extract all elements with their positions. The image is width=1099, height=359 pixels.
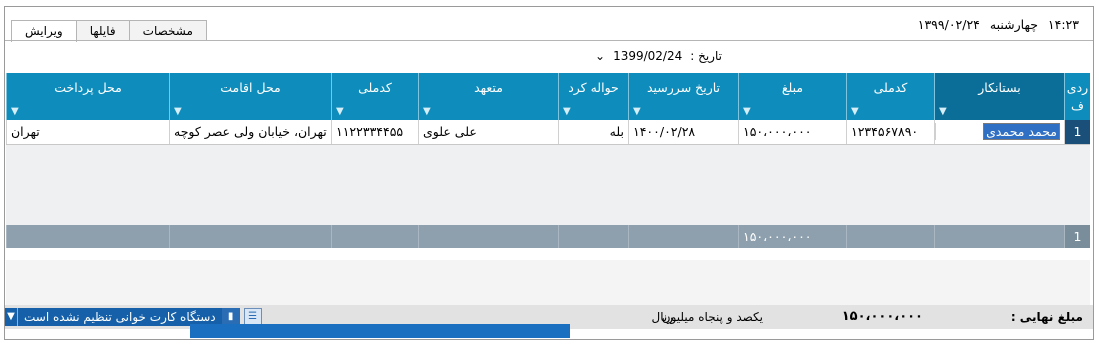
main-window: ویرایش فایلها مشخصات ۱۴:۲۳ چهارشنبه ۱۳۹۹…: [4, 6, 1094, 340]
summary-cell: [418, 225, 558, 248]
tab-divider: [5, 40, 1093, 41]
col-header-obligor-id[interactable]: کدملی ▼: [331, 73, 418, 120]
date-value[interactable]: 1399/02/24: [613, 49, 682, 63]
col-header-obligor[interactable]: متعهد ▼: [418, 73, 558, 120]
col-header-residence[interactable]: محل اقامت ▼: [169, 73, 331, 120]
filter-icon[interactable]: ▼: [851, 106, 859, 117]
table-row[interactable]: 1 محمد محمدی ۱۲۳۴۵۶۷۸۹۰ ۱۵۰،۰۰۰،۰۰۰ ۱۴۰۰…: [6, 120, 1090, 145]
clock-date: ۱۳۹۹/۰۲/۲۴: [917, 17, 980, 32]
cell-due-date[interactable]: ۱۴۰۰/۰۲/۲۸: [628, 120, 738, 144]
datetime-display: ۱۴:۲۳ چهارشنبه ۱۳۹۹/۰۲/۲۴: [912, 17, 1079, 32]
filter-icon[interactable]: ▼: [743, 106, 751, 117]
col-header-amount[interactable]: مبلغ ▼: [738, 73, 846, 120]
filter-icon[interactable]: ▼: [939, 106, 947, 117]
filter-icon[interactable]: ▼: [423, 106, 431, 117]
clock-day: چهارشنبه: [989, 17, 1038, 32]
filter-icon[interactable]: ▼: [11, 106, 19, 117]
date-filter: تاریخ : 1399/02/24 ⌄: [595, 49, 722, 63]
cell-residence[interactable]: تهران، خیابان ولی عصر کوچه: [169, 120, 331, 144]
date-label: تاریخ :: [690, 49, 722, 63]
currency-label: ریال: [651, 310, 673, 324]
clock-time: ۱۴:۲۳: [1047, 17, 1079, 32]
summary-cell: [6, 225, 169, 248]
tab-specs[interactable]: مشخصات: [128, 20, 207, 41]
col-header-transfer[interactable]: حواله کرد ▼: [558, 73, 628, 120]
tab-strip: ویرایش فایلها مشخصات: [11, 20, 207, 42]
grid-empty-area: [6, 145, 1090, 225]
amount-in-words: یکصد و پنجاه میلیون: [661, 310, 763, 324]
chevron-down-icon[interactable]: ▼: [5, 308, 18, 326]
summary-amount: ۱۵۰،۰۰۰،۰۰۰: [738, 225, 846, 248]
summary-cell: [846, 225, 934, 248]
summary-cell: [169, 225, 331, 248]
row-index[interactable]: 1: [1064, 120, 1090, 144]
cell-obligor[interactable]: علی علوی: [418, 120, 558, 144]
col-header-due-date[interactable]: تاریخ سررسید ▼: [628, 73, 738, 120]
col-header-index[interactable]: ردی ف: [1064, 73, 1090, 120]
col-header-payment-place[interactable]: محل پرداخت ▼: [6, 73, 169, 120]
cell-national-id[interactable]: ۱۲۳۴۵۶۷۸۹۰: [846, 120, 934, 144]
filter-icon[interactable]: ▼: [633, 106, 641, 117]
summary-cell: [934, 225, 1064, 248]
summary-cell: [331, 225, 418, 248]
chevron-down-icon[interactable]: ⌄: [595, 49, 605, 63]
data-grid: ردی ف بستانکار ▼ کدملی ▼ مبلغ ▼ تاریخ سررسی…: [6, 73, 1090, 312]
filter-icon[interactable]: ▼: [336, 106, 344, 117]
grid-header: ردی ف بستانکار ▼ کدملی ▼ مبلغ ▼ تاریخ سررسی…: [6, 73, 1090, 120]
tab-files[interactable]: فایلها: [75, 20, 130, 41]
col-header-national-id[interactable]: کدملی ▼: [846, 73, 934, 120]
summary-cell: [558, 225, 628, 248]
row-indicator: [935, 123, 936, 140]
col-header-creditor[interactable]: بستانکار ▼: [934, 73, 1064, 120]
cell-transfer[interactable]: بله: [558, 120, 628, 144]
cell-amount[interactable]: ۱۵۰،۰۰۰،۰۰۰: [738, 120, 846, 144]
summary-index: 1: [1064, 225, 1090, 248]
spacer: [6, 248, 1090, 260]
filter-icon[interactable]: ▼: [563, 106, 571, 117]
filter-icon[interactable]: ▼: [174, 106, 182, 117]
tab-edit[interactable]: ویرایش: [11, 20, 77, 42]
creditor-value[interactable]: محمد محمدی: [983, 123, 1060, 140]
cell-obligor-id[interactable]: ۱۱۲۲۳۳۴۴۵۵: [331, 120, 418, 144]
cell-creditor[interactable]: محمد محمدی: [934, 120, 1064, 144]
top-bar: ویرایش فایلها مشخصات ۱۴:۲۳ چهارشنبه ۱۳۹۹…: [5, 7, 1093, 42]
final-amount-label: مبلغ نهایی :: [1010, 310, 1083, 324]
taskbar-strip: [190, 324, 570, 338]
final-amount-value: ۱۵۰،۰۰۰،۰۰۰: [841, 309, 923, 324]
summary-row: 1 ۱۵۰،۰۰۰،۰۰۰: [6, 225, 1090, 248]
summary-cell: [628, 225, 738, 248]
cell-payment-place[interactable]: تهران: [6, 120, 169, 144]
